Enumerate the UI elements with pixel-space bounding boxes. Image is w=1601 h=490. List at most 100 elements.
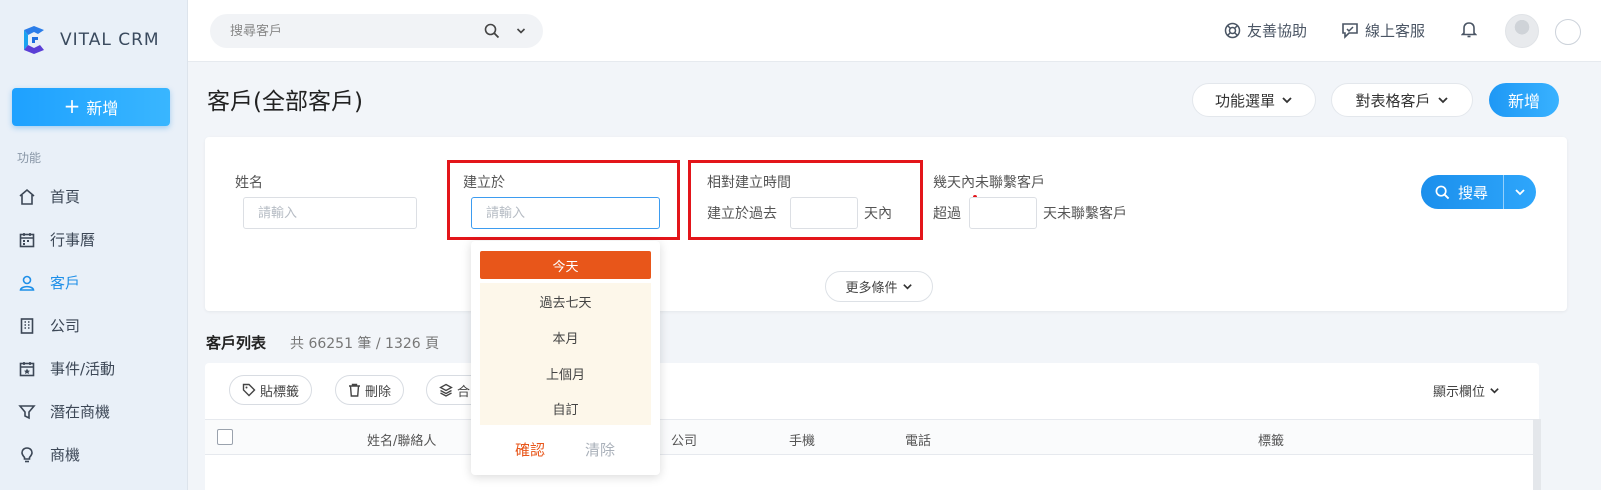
show-columns-label: 顯示欄位	[1433, 385, 1486, 400]
event-icon	[19, 361, 35, 376]
filter-panel: 姓名 建立於 相對建立時間 建立於過去 天內 幾天內未聯繫客戶 超過 天未聯繫客…	[205, 137, 1567, 311]
search-button[interactable]: 搜尋	[1421, 175, 1536, 209]
sidebar-item-label: 潛在商機	[50, 403, 111, 421]
notifications-button[interactable]	[1461, 20, 1477, 38]
dropdown-clear-button[interactable]: 清除	[585, 439, 615, 460]
funnel-icon	[18, 404, 36, 419]
lifebuoy-icon	[1224, 22, 1241, 39]
sidebar-add-button[interactable]: + 新增	[12, 88, 170, 126]
search-button-label: 搜尋	[1458, 183, 1489, 202]
uncontacted-prefix: 超過	[933, 206, 961, 222]
chevron-down-icon	[1437, 97, 1448, 104]
sidebar-item-events[interactable]: 事件/活動	[0, 347, 188, 390]
sidebar-item-label: 事件/活動	[50, 360, 116, 378]
relative-suffix: 天內	[864, 206, 892, 222]
name-filter-label: 姓名	[235, 175, 263, 191]
sidebar-item-label: 商機	[50, 446, 81, 464]
select-all-checkbox[interactable]	[217, 429, 233, 445]
sidebar-item-leads[interactable]: 潛在商機	[0, 390, 188, 433]
dropdown-option-custom[interactable]: 自訂	[480, 391, 651, 425]
dropdown-option-this-month[interactable]: 本月	[480, 319, 651, 355]
sidebar-item-calendar[interactable]: 行事曆	[0, 218, 188, 261]
name-filter-input[interactable]	[243, 197, 417, 229]
table-row	[664, 455, 1527, 490]
search-button-main[interactable]: 搜尋	[1421, 175, 1503, 209]
table-scrollbar[interactable]	[1533, 419, 1541, 490]
search-icon	[1435, 185, 1450, 199]
dropdown-option-last-7-days[interactable]: 過去七天	[480, 283, 651, 319]
column-header-tags[interactable]: 標籤	[1258, 430, 1284, 449]
page-title: 客戶(全部客戶)	[207, 89, 363, 115]
function-menu-button[interactable]: 功能選單	[1192, 83, 1316, 117]
relative-time-label: 相對建立時間	[707, 175, 791, 191]
sidebar-item-customers[interactable]: 客戶	[0, 261, 188, 304]
help-link[interactable]: 友善協助	[1224, 20, 1307, 41]
sidebar: VITAL CRM + 新增 功能 首頁 行事曆 客戶 公司 事件/活動 潛在商…	[0, 0, 188, 490]
table-header: 姓名/聯絡人 公司 手機 電話 標籤	[205, 419, 1539, 455]
new-customer-button[interactable]: 新增	[1489, 83, 1559, 117]
relative-days-input[interactable]	[790, 197, 858, 229]
sidebar-item-label: 首頁	[50, 188, 81, 206]
panel-toggle-button[interactable]	[1555, 19, 1581, 45]
sidebar-add-label: 新增	[86, 99, 119, 118]
bell-icon	[1461, 22, 1477, 38]
help-label: 友善協助	[1247, 22, 1308, 40]
created-filter-input[interactable]	[471, 197, 660, 229]
chevron-down-icon[interactable]	[515, 25, 527, 41]
plus-icon: +	[63, 94, 81, 118]
column-header-company[interactable]: 公司	[671, 430, 697, 449]
dropdown-option-last-month[interactable]: 上個月	[480, 355, 651, 391]
dropdown-option-today[interactable]: 今天	[480, 251, 651, 279]
sidebar-item-company[interactable]: 公司	[0, 304, 188, 347]
chevron-down-icon	[1282, 97, 1292, 104]
customer-list-title: 客戶列表	[206, 334, 267, 352]
layers-icon	[439, 383, 453, 397]
more-conditions-button[interactable]: 更多條件	[825, 271, 933, 302]
trash-icon	[349, 383, 360, 397]
column-header-mobile[interactable]: 手機	[789, 430, 815, 449]
more-conditions-label: 更多條件	[845, 281, 898, 296]
support-link[interactable]: 線上客服	[1341, 20, 1425, 41]
avatar[interactable]	[1505, 14, 1539, 48]
merge-button-label: 合	[457, 384, 471, 400]
chat-icon	[1342, 23, 1358, 39]
sidebar-item-label: 客戶	[50, 274, 81, 292]
building-icon	[20, 317, 34, 334]
tag-button[interactable]: 貼標籤	[229, 375, 313, 405]
show-columns-button[interactable]: 顯示欄位	[1433, 381, 1500, 400]
brand-name: VITAL CRM	[60, 30, 160, 50]
dropdown-confirm-button[interactable]: 確認	[515, 439, 545, 460]
support-label: 線上客服	[1365, 22, 1426, 40]
uncontacted-label: 幾天內未聯繫客戶	[933, 175, 1045, 191]
function-menu-label: 功能選單	[1214, 91, 1275, 110]
search-input[interactable]	[230, 23, 470, 39]
global-search	[210, 14, 543, 48]
top-bar: 友善協助 線上客服	[188, 0, 1601, 62]
tag-button-label: 貼標籤	[260, 384, 300, 400]
sidebar-item-label: 行事曆	[50, 231, 96, 249]
view-select-button[interactable]: 對表格客戶	[1331, 83, 1473, 117]
customer-list-count: 共 66251 筆 / 1326 頁	[290, 336, 440, 352]
home-icon	[19, 188, 35, 205]
logo[interactable]: VITAL CRM	[18, 24, 160, 56]
lightbulb-icon	[21, 446, 33, 462]
search-icon[interactable]	[484, 23, 500, 43]
created-filter-label: 建立於	[463, 175, 505, 191]
vital-logo-icon	[18, 24, 50, 56]
calendar-icon	[19, 232, 35, 247]
sidebar-nav: 首頁 行事曆 客戶 公司 事件/活動 潛在商機 商機	[0, 175, 188, 476]
delete-button[interactable]: 刪除	[335, 375, 405, 405]
uncontacted-days-input[interactable]	[969, 197, 1037, 229]
column-header-name[interactable]: 姓名/聯絡人	[367, 430, 436, 449]
delete-button-label: 刪除	[365, 384, 392, 400]
sidebar-item-label: 公司	[50, 317, 81, 335]
sidebar-item-home[interactable]: 首頁	[0, 175, 188, 218]
view-select-label: 對表格客戶	[1355, 91, 1431, 110]
sidebar-item-opportunities[interactable]: 商機	[0, 433, 188, 476]
chevron-down-icon	[1515, 189, 1525, 196]
search-options-toggle[interactable]	[1504, 175, 1536, 209]
tag-icon	[242, 383, 256, 397]
created-date-dropdown: 今天 過去七天 本月 上個月 自訂 確認 清除	[471, 241, 660, 475]
chevron-down-icon	[1490, 388, 1499, 394]
column-header-phone[interactable]: 電話	[905, 430, 931, 449]
